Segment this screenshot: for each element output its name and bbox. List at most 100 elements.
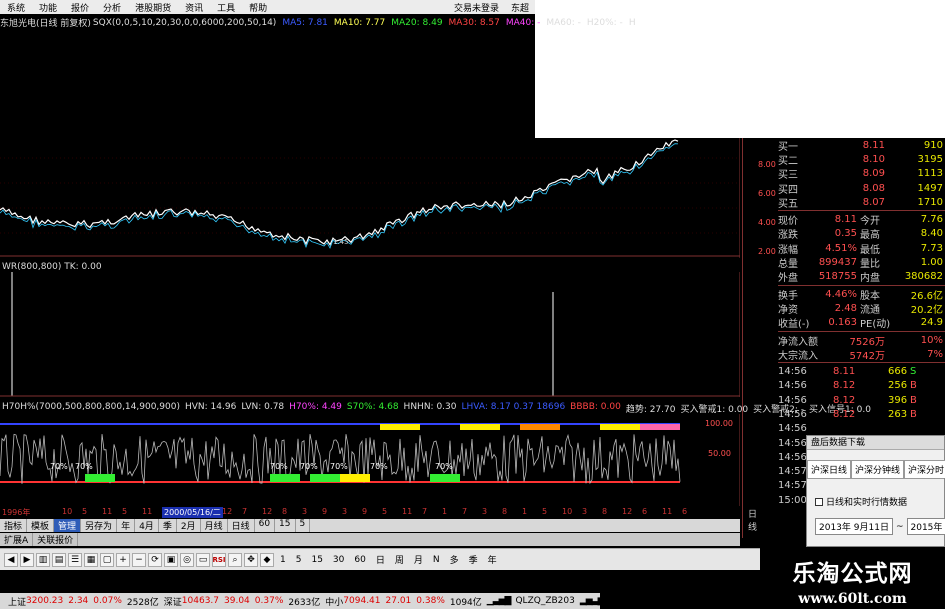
flow-row: 净流入额 7526万 10%: [778, 333, 945, 348]
menu-item[interactable]: 港股期货: [128, 1, 178, 14]
date-label: 8: [282, 507, 288, 516]
menu-item[interactable]: 报价: [64, 1, 96, 14]
date-label: 5: [82, 507, 88, 516]
daily-data-checkbox[interactable]: [815, 497, 823, 506]
code-label: QLZQ_ZB203: [515, 596, 575, 606]
flow-row: 大宗流入 5742万 7%: [778, 347, 945, 362]
tab-daily[interactable]: 沪深日线: [807, 460, 852, 478]
period-button[interactable]: 60: [350, 555, 369, 565]
stock-title[interactable]: 东旭光电(日线 前复权): [0, 16, 91, 29]
menu-item[interactable]: 帮助: [242, 1, 274, 14]
period-button[interactable]: 日: [372, 553, 389, 566]
sh-label[interactable]: 上证: [8, 595, 26, 608]
date-label: 9: [362, 507, 368, 516]
wr-chart[interactable]: [0, 272, 740, 397]
data-download-dialog: 盘后数据下载 沪深日线 沪深分钟线 沪深分时 日线和实时行情数据 2013年 9…: [806, 435, 945, 547]
period-tab[interactable]: 管理: [54, 519, 82, 532]
bid-volume: 1497: [917, 182, 943, 194]
menu-item[interactable]: 资讯: [178, 1, 210, 14]
period-tab[interactable]: 月线: [201, 519, 228, 532]
price-chart[interactable]: 1.45: [0, 138, 740, 258]
period-tab[interactable]: 60: [255, 519, 276, 532]
forward-icon[interactable]: ▶: [20, 552, 34, 567]
bid-price: 8.08: [862, 182, 885, 194]
tick-price: 8.12: [833, 380, 856, 392]
stat-label: 换手: [778, 290, 798, 302]
period-button[interactable]: 多: [446, 553, 463, 566]
tick-volume: 256: [888, 380, 908, 392]
list-icon[interactable]: ☰: [68, 552, 82, 567]
tab-intraday[interactable]: 沪深分时: [904, 460, 945, 478]
bar-icon[interactable]: ▤: [52, 552, 66, 567]
period-tab[interactable]: 15: [275, 519, 296, 532]
search-icon[interactable]: ⌕: [228, 552, 242, 567]
menu-right-item[interactable]: 交易未登录: [448, 1, 505, 14]
window-icon[interactable]: ▢: [100, 552, 114, 567]
back-icon[interactable]: ◀: [4, 552, 18, 567]
menu-item[interactable]: 功能: [32, 1, 64, 14]
grid-icon[interactable]: ▦: [84, 552, 98, 567]
bid-label: 买一: [778, 141, 798, 153]
extension-tab[interactable]: 扩展A: [0, 533, 34, 546]
period-button[interactable]: N: [429, 555, 444, 565]
stat-value: 0.163: [828, 317, 857, 329]
sz-label[interactable]: 深证: [164, 595, 182, 608]
tick-side: B: [910, 408, 917, 420]
marker-icon[interactable]: ◆: [260, 552, 274, 567]
tick-row: 14:56 8.12 263 B: [778, 407, 945, 421]
period-tab[interactable]: 5: [296, 519, 311, 532]
period-button[interactable]: 1: [276, 555, 290, 565]
h70-chart[interactable]: 70% 70% 70% 70% 70% 70% 70% 100.00 50.00: [0, 414, 740, 506]
period-tab[interactable]: 日线: [228, 519, 255, 532]
signal-bar: [460, 424, 500, 430]
move-icon[interactable]: ✥: [244, 552, 258, 567]
period-tab[interactable]: 模板: [27, 519, 55, 532]
frame-icon[interactable]: ▭: [196, 552, 210, 567]
sync-icon[interactable]: ⟳: [148, 552, 162, 567]
period-tab[interactable]: 另存为: [81, 519, 118, 532]
period-button[interactable]: 周: [391, 553, 408, 566]
tick-time: 14:57: [778, 480, 807, 492]
period-button[interactable]: 15: [307, 555, 326, 565]
bid-label: 买五: [778, 198, 798, 210]
period-button[interactable]: 月: [410, 553, 427, 566]
menu-item[interactable]: 工具: [210, 1, 242, 14]
menu-item[interactable]: 分析: [96, 1, 128, 14]
period-tab[interactable]: 4月: [135, 519, 159, 532]
flow-label: 大宗流入: [778, 350, 818, 362]
stat-row: 净资 2.48 流通 20.2亿: [778, 301, 945, 316]
bid-row[interactable]: 买五 8.07 1710: [778, 195, 945, 210]
bid-row[interactable]: 买四 8.08 1497: [778, 181, 945, 196]
period-tab[interactable]: 季: [159, 519, 177, 532]
bid-row[interactable]: 买三 8.09 1113: [778, 167, 945, 181]
period-tab[interactable]: 年: [117, 519, 136, 532]
tab-minute[interactable]: 沪深分钟线: [851, 460, 905, 478]
date-to-field[interactable]: 2015年: [906, 518, 945, 535]
tick-row: 14:56: [778, 422, 945, 436]
target-icon[interactable]: ◎: [180, 552, 194, 567]
ma60-value: MA60: -: [546, 17, 581, 28]
period-tab[interactable]: 2月: [177, 519, 201, 532]
extension-tab[interactable]: 关联报价: [33, 533, 79, 546]
watermark-logo: 乐淘公式网 www.60lt.com: [760, 548, 945, 609]
stat-label: 流通: [860, 304, 880, 316]
chart-icon[interactable]: ▥: [36, 552, 50, 567]
zoom-in-icon[interactable]: +: [116, 552, 130, 567]
bid-row[interactable]: 买一 8.11 910: [778, 138, 945, 153]
zoom-out-icon[interactable]: −: [132, 552, 146, 567]
lock-icon[interactable]: ▣: [164, 552, 178, 567]
signal-block: [310, 474, 340, 482]
bid-row[interactable]: 买二 8.10 3195: [778, 152, 945, 167]
menu-right-item[interactable]: 东超: [505, 1, 535, 14]
period-button[interactable]: 30: [329, 555, 348, 565]
date-from-field[interactable]: 2013年 9月11日: [815, 518, 893, 535]
period-button[interactable]: 5: [292, 555, 306, 565]
rsi-icon[interactable]: RSI: [212, 552, 226, 567]
period-button[interactable]: 年: [484, 553, 501, 566]
period-button[interactable]: 季: [465, 553, 482, 566]
daily-data-option[interactable]: 日线和实时行情数据: [807, 495, 944, 508]
stat-row: 外盘 518755 内盘 380682: [778, 270, 945, 284]
period-tab[interactable]: 指标: [0, 519, 28, 532]
menu-item[interactable]: 系统: [0, 1, 32, 14]
zx-label[interactable]: 中小: [325, 595, 343, 608]
